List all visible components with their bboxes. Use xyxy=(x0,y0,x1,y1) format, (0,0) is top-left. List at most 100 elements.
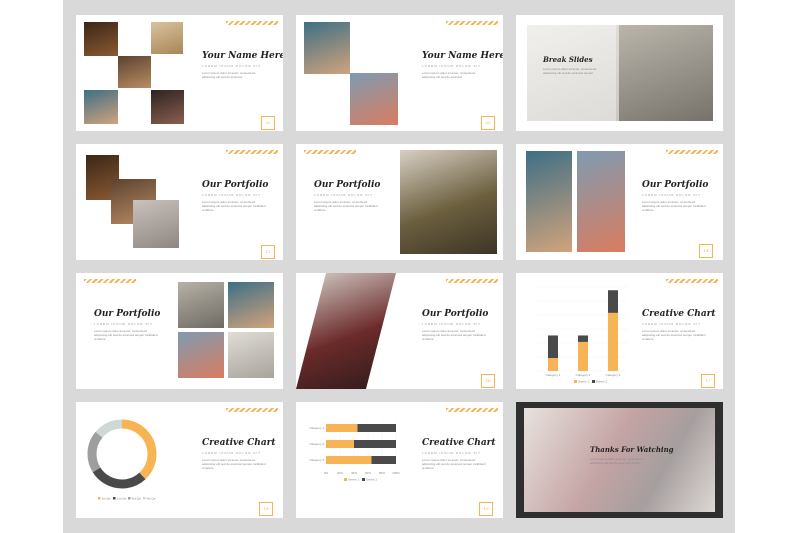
page-number: 03 xyxy=(481,116,495,130)
slide-title: Thanks For Watching xyxy=(590,445,674,454)
portrait-photo xyxy=(178,332,224,378)
slide-title: Creative Chart xyxy=(642,309,716,319)
category-label: Category 2 xyxy=(309,442,324,446)
slide-grid: Your Name Here LOREM IPSUM DOLOR SIT Lor… xyxy=(63,0,735,533)
page-number: 14 xyxy=(699,244,713,258)
page-number: 19 xyxy=(479,502,493,516)
portrait-photo xyxy=(133,200,179,248)
tick-label: 40% xyxy=(351,471,357,475)
stripe-decoration xyxy=(446,21,498,25)
category-label: Category 1 xyxy=(546,373,561,377)
portrait-photo xyxy=(577,151,625,252)
slide-title: Your Name Here xyxy=(202,51,283,61)
slide-3[interactable]: Break Slides Lorem ipsum dolor sit amet,… xyxy=(516,15,723,131)
portrait-photo xyxy=(228,282,274,328)
slide-body: Lorem ipsum dolor sit amet, consectetur … xyxy=(642,200,706,212)
tick-label: 100% xyxy=(392,471,400,475)
slide-subtitle: LOREM IPSUM DOLOR SIT xyxy=(422,322,482,326)
legend-label: 4th Qtr xyxy=(147,497,156,501)
slide-subtitle: LOREM IPSUM DOLOR SIT xyxy=(202,64,262,68)
legend-swatch xyxy=(113,497,116,500)
portrait-photo xyxy=(151,22,183,54)
stripe-decoration xyxy=(446,408,498,412)
legend-swatch xyxy=(344,478,347,481)
category-label: Category 2 xyxy=(576,373,591,377)
slide-title: Break Slides xyxy=(543,55,593,64)
legend-label: 3rd Qtr xyxy=(132,497,141,501)
slide-body: Lorem ipsum dolor sit amet, consectetur … xyxy=(642,329,706,341)
slide-9[interactable]: Category 1 Category 2 Category 3 Series 1 Se… xyxy=(516,273,723,389)
slide-title: Your Name Here xyxy=(422,51,503,61)
slide-title: Creative Chart xyxy=(202,438,276,448)
slide-title: Our Portfolio xyxy=(94,309,161,319)
slide-6[interactable]: Our Portfolio LOREM IPSUM DOLOR SIT Lore… xyxy=(516,144,723,260)
slide-1[interactable]: Your Name Here LOREM IPSUM DOLOR SIT Lor… xyxy=(76,15,283,131)
category-label: Category 3 xyxy=(309,458,324,462)
slide-12[interactable]: Thanks For Watching Lorem ipsum dolor si… xyxy=(516,402,723,518)
portrait-photo xyxy=(296,273,396,389)
legend-label: Series 2 xyxy=(596,380,607,384)
bar xyxy=(608,312,618,371)
tick-label: 60% xyxy=(365,471,371,475)
stripe-decoration xyxy=(226,408,278,412)
slide-subtitle: LOREM IPSUM DOLOR SIT xyxy=(202,193,262,197)
tick-label: 80% xyxy=(379,471,385,475)
legend-swatch xyxy=(362,478,365,481)
category-label: Category 1 xyxy=(309,426,324,430)
slide-body: Lorem ipsum dolor sit amet, consectetur … xyxy=(422,458,486,470)
slide-subtitle: LOREM IPSUM DOLOR SIT xyxy=(202,451,262,455)
slide-10[interactable]: 1st Qtr 2nd Qtr 3rd Qtr 4th Qtr Creative Ch… xyxy=(76,402,283,518)
slide-subtitle: LOREM IPSUM DOLOR SIT xyxy=(422,451,482,455)
stacked-bar-chart: 0% 20% 40% 60% 80% 100% Category 1 Category 2 Ca… xyxy=(309,420,400,482)
portrait-photo xyxy=(350,73,398,125)
legend-swatch xyxy=(143,497,146,500)
legend-swatch xyxy=(128,497,131,500)
stripe-decoration xyxy=(226,150,278,154)
slide-subtitle: LOREM IPSUM DOLOR SIT xyxy=(422,64,482,68)
stripe-decoration xyxy=(666,150,718,154)
bar xyxy=(548,358,558,371)
slide-body: Lorem ipsum dolor sit amet, consectetur … xyxy=(202,200,266,212)
slide-5[interactable]: Our Portfolio LOREM IPSUM DOLOR SIT Lore… xyxy=(296,144,503,260)
slide-body: Lorem ipsum dolor sit amet, consectetur … xyxy=(94,329,158,341)
page-number: 16 xyxy=(481,374,495,388)
slide-2[interactable]: Your Name Here LOREM IPSUM DOLOR SIT Lor… xyxy=(296,15,503,131)
stripe-decoration xyxy=(226,21,278,25)
slide-7[interactable]: Our Portfolio LOREM IPSUM DOLOR SIT Lore… xyxy=(76,273,283,389)
slide-body: Lorem ipsum dolor sit amet, consectetur … xyxy=(202,71,256,79)
slide-8[interactable]: Our Portfolio LOREM IPSUM DOLOR SIT Lore… xyxy=(296,273,503,389)
slide-body: Lorem ipsum dolor sit amet, consectetur … xyxy=(422,329,486,341)
bar xyxy=(326,440,354,448)
portrait-photo xyxy=(84,22,118,56)
bar xyxy=(371,456,396,464)
stacked-column-chart: Category 1 Category 2 Category 3 Series 1 Se… xyxy=(538,286,628,384)
slide-body: Lorem ipsum dolor sit amet, consectetur … xyxy=(422,71,476,79)
donut-chart: 1st Qtr 2nd Qtr 3rd Qtr 4th Qtr xyxy=(87,419,157,501)
stripe-decoration xyxy=(446,279,498,283)
bar xyxy=(608,290,618,313)
slide-11[interactable]: 0% 20% 40% 60% 80% 100% Category 1 Category 2 Ca… xyxy=(296,402,503,518)
clothing-rack-photo xyxy=(178,282,224,328)
slide-subtitle: LOREM IPSUM DOLOR SIT xyxy=(642,322,702,326)
bar xyxy=(357,424,396,432)
portrait-photo xyxy=(118,56,151,88)
legend-swatch xyxy=(98,497,101,500)
page-number: 12 xyxy=(261,245,275,259)
slide-body: Lorem ipsum dolor sit amet, consectetur … xyxy=(543,67,597,75)
slide-body: Lorem ipsum dolor sit amet, consectetur … xyxy=(202,458,266,470)
slide-body: Lorem ipsum dolor sit amet, consectetur … xyxy=(314,200,378,212)
slide-subtitle: LOREM IPSUM DOLOR SIT xyxy=(314,193,374,197)
legend-swatch xyxy=(592,380,595,383)
legend-swatch xyxy=(574,380,577,383)
stripe-decoration xyxy=(666,279,718,283)
slide-4[interactable]: Our Portfolio LOREM IPSUM DOLOR SIT Lore… xyxy=(76,144,283,260)
stripe-decoration xyxy=(84,279,136,283)
bar xyxy=(326,424,358,432)
slide-body: Lorem ipsum dolor sit amet, consectetur … xyxy=(590,457,644,465)
stripe-decoration xyxy=(304,150,356,154)
tick-label: 20% xyxy=(337,471,343,475)
dress-photo xyxy=(400,150,497,254)
slide-title: Creative Chart xyxy=(422,438,496,448)
bar xyxy=(578,335,588,342)
mannequin-photo xyxy=(228,332,274,378)
